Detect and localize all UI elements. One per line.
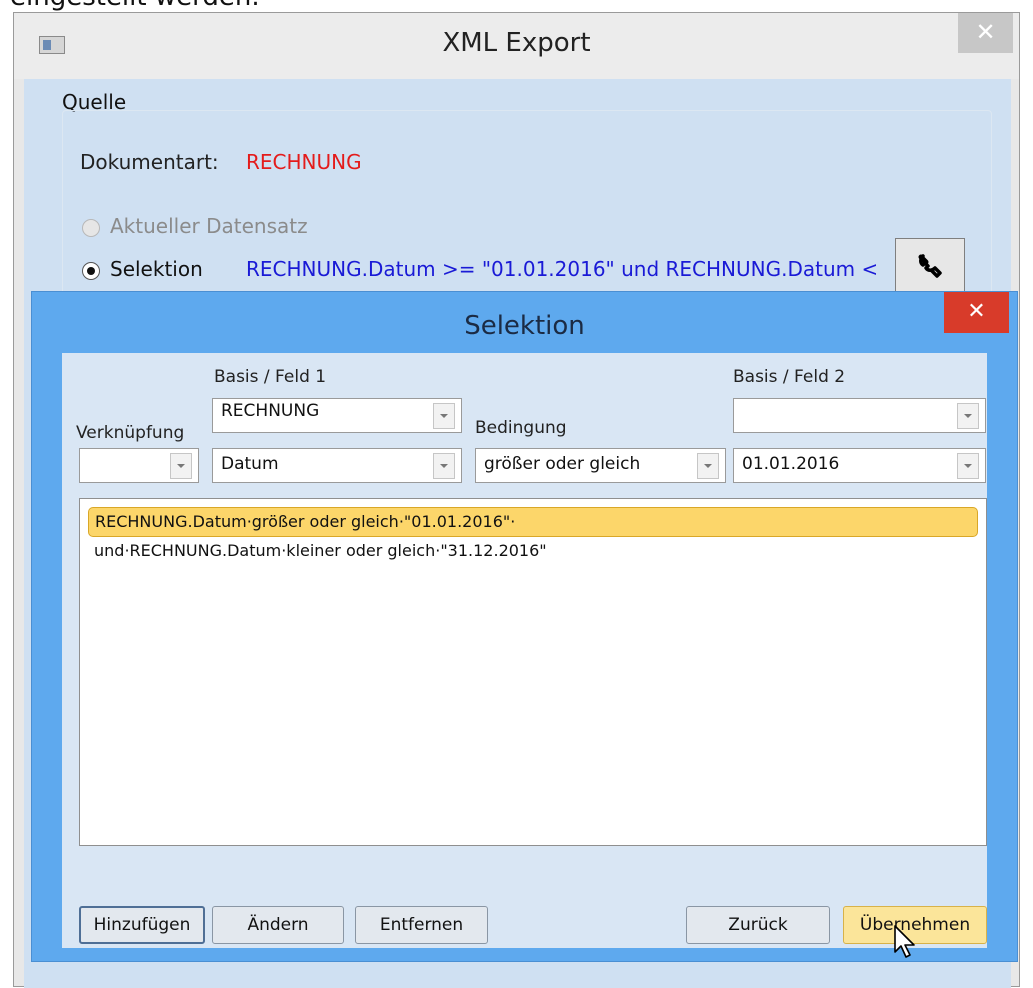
feld-1-value: Datum — [221, 454, 279, 474]
bedingung-label: Bedingung — [475, 418, 567, 438]
basis-1-combo[interactable]: RECHNUNG — [212, 398, 462, 433]
zurueck-button[interactable]: Zurück — [686, 906, 830, 944]
list-item-text: RECHNUNG.Datum·größer oder gleich·"01.01… — [95, 512, 516, 531]
xml-export-title: XML Export — [442, 28, 591, 58]
chevron-down-icon — [704, 464, 712, 468]
close-icon: ✕ — [967, 299, 986, 324]
xml-export-close-button[interactable]: ✕ — [958, 13, 1013, 53]
chevron-down-icon — [440, 464, 448, 468]
dokumentart-label: Dokumentart: — [80, 150, 219, 174]
chevron-down-icon — [964, 414, 972, 418]
wrench-icon — [918, 253, 942, 278]
feld-2-value: 01.01.2016 — [742, 454, 840, 474]
basis-2-combo[interactable] — [733, 398, 986, 433]
feld-2-dropdown-button[interactable] — [957, 453, 979, 479]
close-icon: ✕ — [975, 18, 996, 46]
list-item[interactable]: und·RECHNUNG.Datum·kleiner oder gleich·"… — [88, 537, 978, 567]
aendern-button[interactable]: Ändern — [212, 906, 344, 944]
basis-1-dropdown-button[interactable] — [433, 403, 455, 429]
xml-export-titlebar: XML Export ✕ — [14, 13, 1019, 79]
selektion-dialog-title: Selektion — [464, 311, 585, 341]
radio-aktueller-datensatz-label: Aktueller Datensatz — [110, 214, 308, 238]
edit-selection-button[interactable] — [895, 238, 965, 293]
feld-2-combo[interactable]: 01.01.2016 — [733, 448, 986, 483]
feld-1-dropdown-button[interactable] — [433, 453, 455, 479]
bedingung-dropdown-button[interactable] — [697, 453, 719, 479]
dokumentart-value: RECHNUNG — [246, 150, 362, 174]
hinzufuegen-button[interactable]: Hinzufügen — [79, 906, 205, 944]
condition-list[interactable]: RECHNUNG.Datum·größer oder gleich·"01.01… — [79, 498, 987, 846]
basis-feld-2-label: Basis / Feld 2 — [733, 367, 846, 387]
bedingung-value: größer oder gleich — [484, 454, 641, 474]
selection-expression: RECHNUNG.Datum >= "01.01.2016" und RECHN… — [246, 257, 876, 281]
feld-1-combo[interactable]: Datum — [212, 448, 462, 483]
verknuepfung-label: Verknüpfung — [76, 423, 185, 443]
list-item[interactable]: RECHNUNG.Datum·größer oder gleich·"01.01… — [88, 507, 978, 537]
basis-feld-1-label: Basis / Feld 1 — [214, 367, 327, 387]
chevron-down-icon — [964, 464, 972, 468]
radio-selektion[interactable] — [82, 262, 100, 280]
radio-aktueller-datensatz[interactable] — [82, 219, 100, 237]
mouse-cursor-icon — [894, 925, 915, 958]
selektion-close-button[interactable]: ✕ — [944, 292, 1009, 333]
basis-2-dropdown-button[interactable] — [957, 403, 979, 429]
radio-selektion-label: Selektion — [110, 257, 203, 281]
background-document-text: eingestellt werden. — [10, 0, 260, 12]
list-item-text: und·RECHNUNG.Datum·kleiner oder gleich·"… — [94, 541, 547, 560]
chevron-down-icon — [440, 414, 448, 418]
entfernen-button[interactable]: Entfernen — [355, 906, 488, 944]
bedingung-combo[interactable]: größer oder gleich — [475, 448, 726, 483]
basis-1-value: RECHNUNG — [221, 401, 320, 421]
chevron-down-icon — [177, 464, 185, 468]
verknuepfung-combo[interactable] — [79, 448, 199, 483]
verknuepfung-dropdown-button[interactable] — [170, 453, 192, 479]
